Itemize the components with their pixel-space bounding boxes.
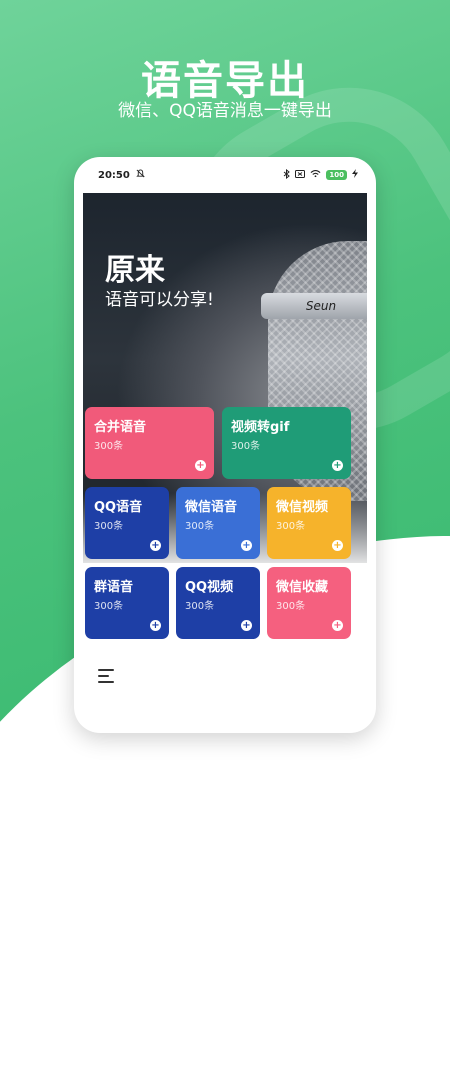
status-bar: 20:50 100 [74,157,376,193]
banner-title: 原来 [105,253,165,288]
tile-video-to-gif[interactable]: 视频转gif 300条 + [222,407,351,479]
tile-label: 合并语音 [94,420,147,435]
tile-count: 300条 [276,521,306,532]
tile-label: 微信语音 [185,500,238,515]
plus-icon[interactable]: + [332,460,343,471]
tile-count: 300条 [231,441,261,452]
hero-subtitle: 微信、QQ语音消息一键导出 [118,101,332,121]
plus-icon[interactable]: + [332,620,343,631]
tile-label: 视频转gif [231,420,290,435]
tile-count: 300条 [276,601,306,612]
plus-icon[interactable]: + [241,620,252,631]
tile-label: 群语音 [94,580,134,595]
tile-count: 300条 [94,521,124,532]
plus-icon[interactable]: + [241,540,252,551]
tile-wechat-video[interactable]: 微信视频 300条 + [267,487,351,559]
tile-count: 300条 [185,601,215,612]
tile-count: 300条 [94,441,124,452]
sim-icon [295,169,306,181]
mute-icon [136,169,145,181]
wifi-icon [310,169,321,181]
plus-icon[interactable]: + [332,540,343,551]
battery-indicator: 100 [326,170,347,180]
plus-icon[interactable]: + [195,460,206,471]
status-time: 20:50 [98,169,130,181]
tile-wechat-voice[interactable]: 微信语音 300条 + [176,487,260,559]
tile-group-voice[interactable]: 群语音 300条 + [85,567,169,639]
tile-label: 微信视频 [276,500,329,515]
tile-qq-voice[interactable]: QQ语音 300条 + [85,487,169,559]
banner-subtitle: 语音可以分享! [105,290,214,310]
menu-icon[interactable] [98,669,116,683]
plus-icon[interactable]: + [150,540,161,551]
app-screen: Seun 原来 语音可以分享! 合并语音 300条 + 视频转gif 300条 … [83,193,367,673]
phone-frame: 20:50 100 Seun 原来 语音可以分享! 合并语音 300条 + 视频… [74,157,376,733]
plus-icon[interactable]: + [150,620,161,631]
tile-count: 300条 [94,601,124,612]
tile-count: 300条 [185,521,215,532]
tile-label: QQ视频 [185,580,234,595]
tile-label: 微信收藏 [276,580,329,595]
tile-wechat-favorites[interactable]: 微信收藏 300条 + [267,567,351,639]
tile-qq-video[interactable]: QQ视频 300条 + [176,567,260,639]
tile-merge-voice[interactable]: 合并语音 300条 + [85,407,214,479]
bluetooth-icon [283,168,291,182]
tile-label: QQ语音 [94,500,143,515]
microphone-brand: Seun [261,293,367,319]
charging-icon [352,169,358,181]
